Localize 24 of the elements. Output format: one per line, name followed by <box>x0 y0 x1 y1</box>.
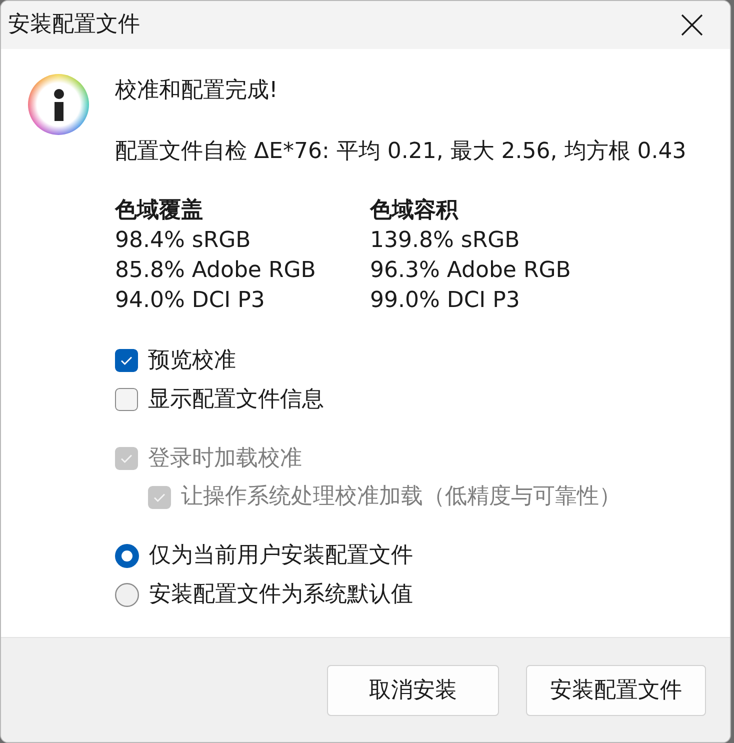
cancel-button[interactable]: 取消安装 <box>327 664 499 716</box>
checkbox[interactable] <box>115 388 138 411</box>
window-title: 安装配置文件 <box>8 11 140 39</box>
column-heading: 色域覆盖 <box>115 196 204 225</box>
checkbox-label: 登录时加载校准 <box>148 444 302 472</box>
column-heading: 色域容积 <box>370 196 460 225</box>
radio-button[interactable] <box>115 582 139 606</box>
gamut-value: 94.0% DCI P3 <box>115 287 266 315</box>
gamut-value: 99.0% DCI P3 <box>370 287 521 315</box>
radio-label: 安装配置文件为系统默认值 <box>149 580 413 608</box>
checkbox-label: 显示配置文件信息 <box>148 386 324 414</box>
install-button[interactable]: 安装配置文件 <box>526 664 706 716</box>
close-icon <box>681 14 703 36</box>
checkbox-label: 让操作系统处理校准加载（低精度与可靠性） <box>181 483 621 511</box>
gamut-value: 139.8% sRGB <box>370 227 521 255</box>
gamut-value: 85.8% Adobe RGB <box>115 257 317 285</box>
message-heading: 校准和配置完成! <box>115 77 279 105</box>
gamut-value: 96.3% Adobe RGB <box>370 257 572 285</box>
radio-label: 仅为当前用户安装配置文件 <box>149 542 413 570</box>
radio-button[interactable] <box>115 544 139 568</box>
checkbox-label: 预览校准 <box>148 346 236 374</box>
gamut-value: 98.4% sRGB <box>115 227 252 255</box>
self-check-result: 配置文件自检 ΔE*76: 平均 0.21, 最大 2.56, 均方根 0.43 <box>115 138 686 166</box>
checkbox[interactable] <box>115 349 138 372</box>
